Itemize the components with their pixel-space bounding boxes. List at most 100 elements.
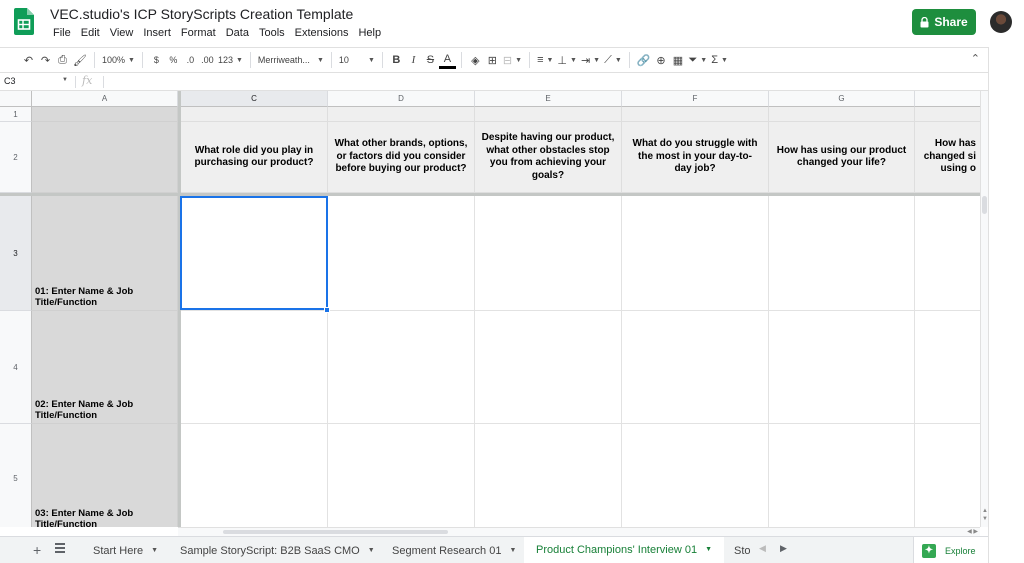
- horizontal-align-icon[interactable]: ≡ ▼: [535, 50, 555, 70]
- chevron-down-icon[interactable]: ▼: [62, 77, 68, 83]
- add-sheet-icon[interactable]: +: [33, 542, 41, 558]
- column-header-c[interactable]: C: [181, 91, 328, 107]
- undo-icon[interactable]: ↶: [20, 50, 37, 70]
- filter-icon[interactable]: ⏷ ▼: [686, 50, 709, 70]
- cell-g1[interactable]: [769, 107, 915, 122]
- fill-handle[interactable]: [324, 307, 330, 313]
- sheet-tab[interactable]: Sto: [724, 537, 754, 563]
- menu-extensions[interactable]: Extensions: [290, 27, 354, 39]
- percent-format-button[interactable]: %: [165, 50, 182, 70]
- menu-view[interactable]: View: [105, 27, 139, 39]
- document-title[interactable]: VEC.studio's ICP StoryScripts Creation T…: [50, 6, 353, 22]
- menu-insert[interactable]: Insert: [138, 27, 176, 39]
- cell-f3[interactable]: [622, 196, 769, 311]
- question-cell[interactable]: How has using our product changed your l…: [769, 122, 915, 193]
- interviewee-name-cell[interactable]: 02: Enter Name & Job Title/Function: [32, 311, 178, 424]
- insert-comment-icon[interactable]: ⊕: [652, 50, 669, 70]
- borders-icon[interactable]: ⊞: [484, 50, 501, 70]
- decrease-decimals-button[interactable]: .0: [182, 50, 199, 70]
- font-size-select[interactable]: 10 ▼: [337, 50, 377, 70]
- sheets-logo-icon[interactable]: [14, 8, 34, 35]
- more-formats-select[interactable]: 123 ▼: [216, 50, 245, 70]
- cell-d1[interactable]: [328, 107, 475, 122]
- cell-c4[interactable]: [181, 311, 328, 424]
- question-cell[interactable]: How has changed si using o: [915, 122, 980, 193]
- column-header-e[interactable]: E: [475, 91, 622, 107]
- currency-format-button[interactable]: $: [148, 50, 165, 70]
- increase-decimals-button[interactable]: .00: [199, 50, 216, 70]
- bold-button[interactable]: B: [388, 50, 405, 70]
- select-all-corner[interactable]: [0, 91, 32, 107]
- strikethrough-button[interactable]: S: [422, 50, 439, 70]
- cell-e1[interactable]: [475, 107, 622, 122]
- column-header-h[interactable]: [915, 91, 980, 107]
- cell-e4[interactable]: [475, 311, 622, 424]
- column-header-a[interactable]: A: [32, 91, 178, 107]
- horizontal-scroll-arrows[interactable]: ◀ ▶: [967, 528, 978, 535]
- menu-file[interactable]: File: [48, 27, 76, 39]
- print-icon[interactable]: ⎙: [54, 50, 71, 70]
- cell-h4[interactable]: [915, 311, 980, 424]
- row-header-4[interactable]: 4: [0, 311, 32, 424]
- column-header-d[interactable]: D: [328, 91, 475, 107]
- row-header-3[interactable]: 3: [0, 196, 32, 311]
- vertical-align-icon[interactable]: ⊥ ▼: [555, 50, 579, 70]
- menu-edit[interactable]: Edit: [76, 27, 105, 39]
- zoom-select[interactable]: 100% ▼: [100, 50, 137, 70]
- cell-f4[interactable]: [622, 311, 769, 424]
- interviewee-name-cell[interactable]: 01: Enter Name & Job Title/Function: [32, 196, 178, 311]
- column-header-f[interactable]: F: [622, 91, 769, 107]
- share-button[interactable]: Share: [912, 9, 976, 35]
- cell-f5[interactable]: [622, 424, 769, 527]
- menu-tools[interactable]: Tools: [254, 27, 290, 39]
- sheet-tab[interactable]: Start Here ▼: [82, 537, 169, 563]
- menu-format[interactable]: Format: [176, 27, 221, 39]
- text-wrapping-icon[interactable]: ⇥ ▼: [579, 50, 602, 70]
- question-cell[interactable]: Despite having our product, what other o…: [475, 122, 622, 193]
- functions-button[interactable]: Σ ▼: [709, 50, 730, 70]
- cell-g3[interactable]: [769, 196, 915, 311]
- chevron-up-icon[interactable]: ⌃: [971, 52, 980, 65]
- cell-d5[interactable]: [328, 424, 475, 527]
- cell-d3[interactable]: [328, 196, 475, 311]
- name-box[interactable]: C3: [4, 76, 70, 86]
- interviewee-name-cell[interactable]: 03: Enter Name & Job Title/Function: [32, 424, 178, 527]
- cell-a1[interactable]: [32, 107, 178, 122]
- row-header-2[interactable]: 2: [0, 122, 32, 193]
- insert-link-icon[interactable]: 🔗: [635, 50, 653, 70]
- cell-c1[interactable]: [181, 107, 328, 122]
- cell-h3[interactable]: [915, 196, 980, 311]
- chevron-down-icon[interactable]: ▼: [509, 547, 516, 554]
- horizontal-scrollbar[interactable]: ◀ ▶: [178, 527, 980, 536]
- tab-scroll-left-icon[interactable]: ◀: [759, 543, 766, 554]
- sheet-tab-active[interactable]: Product Champions' Interview 01 ▼: [524, 537, 725, 563]
- cell-g5[interactable]: [769, 424, 915, 527]
- all-sheets-menu-icon[interactable]: [55, 543, 65, 553]
- text-rotation-icon[interactable]: ⟋ ▼: [602, 50, 624, 70]
- insert-chart-icon[interactable]: ▦: [669, 50, 686, 70]
- column-header-g[interactable]: G: [769, 91, 915, 107]
- explore-button[interactable]: ✦ Explore: [913, 537, 988, 563]
- row-header-1[interactable]: 1: [0, 107, 32, 122]
- redo-icon[interactable]: ↷: [37, 50, 54, 70]
- vertical-scroll-thumb[interactable]: [982, 196, 987, 214]
- horizontal-scroll-thumb[interactable]: [223, 530, 448, 534]
- italic-button[interactable]: I: [405, 50, 422, 70]
- chevron-down-icon[interactable]: ▼: [705, 546, 712, 553]
- menu-help[interactable]: Help: [353, 27, 386, 39]
- fill-color-icon[interactable]: ◈: [467, 50, 484, 70]
- cell-e5[interactable]: [475, 424, 622, 527]
- cell-c5[interactable]: [181, 424, 328, 527]
- sheet-tab[interactable]: Segment Research 01 ▼: [381, 537, 527, 563]
- user-avatar[interactable]: [990, 11, 1012, 33]
- question-cell[interactable]: What other brands, options, or factors d…: [328, 122, 475, 193]
- cell-a2[interactable]: [32, 122, 178, 193]
- chevron-down-icon[interactable]: ▼: [151, 547, 158, 554]
- menu-data[interactable]: Data: [221, 27, 254, 39]
- paint-format-icon[interactable]: 🖌: [71, 50, 89, 70]
- font-select[interactable]: Merriweath... ▼: [256, 50, 326, 70]
- chevron-down-icon[interactable]: ▼: [368, 547, 375, 554]
- cell-g4[interactable]: [769, 311, 915, 424]
- cell-d4[interactable]: [328, 311, 475, 424]
- cell-h1[interactable]: [915, 107, 980, 122]
